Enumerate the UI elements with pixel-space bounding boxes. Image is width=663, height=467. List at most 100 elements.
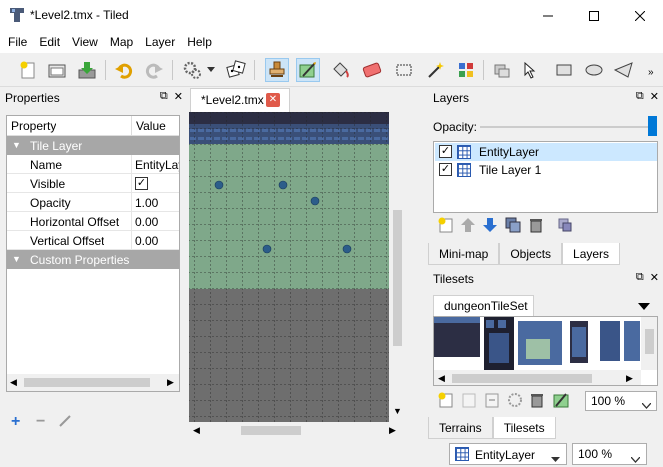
property-row-visible[interactable]: Visible ✓: [7, 174, 179, 193]
tab-objects[interactable]: Objects: [499, 243, 563, 265]
float-icon[interactable]: ⧉: [160, 90, 168, 103]
property-value[interactable]: 1.00: [135, 196, 158, 210]
tab-terrains[interactable]: Terrains: [428, 417, 493, 439]
opacity-slider-track[interactable]: [480, 126, 648, 128]
menu-view[interactable]: View: [64, 31, 102, 53]
float-icon[interactable]: ⧉: [636, 90, 644, 103]
raise-layer-icon[interactable]: [460, 217, 476, 236]
menu-help[interactable]: Help: [179, 31, 216, 53]
stamp-brush-icon[interactable]: [265, 58, 289, 82]
undo-icon[interactable]: [112, 58, 136, 82]
opacity-slider-handle[interactable]: [648, 116, 657, 136]
map-vscroll[interactable]: ▼: [389, 112, 406, 422]
tileset-properties-icon[interactable]: [507, 392, 523, 411]
chevron-down-icon[interactable]: [204, 58, 218, 82]
property-row-horizontal-offset[interactable]: Horizontal Offset 0.00: [7, 212, 179, 231]
new-file-icon[interactable]: [16, 58, 40, 82]
eraser-icon[interactable]: [360, 58, 384, 82]
remove-property-icon[interactable]: −: [36, 413, 45, 431]
group-custom-properties[interactable]: ▼ Custom Properties: [7, 250, 179, 269]
property-value[interactable]: EntityLayer: [135, 158, 179, 172]
layer-item-tile-layer-1[interactable]: ✓ Tile Layer 1: [435, 161, 657, 179]
insert-polygon-icon[interactable]: [612, 58, 636, 82]
status-layer-value: EntityLayer: [475, 448, 536, 462]
document-tab[interactable]: *Level2.tmx ✕: [190, 88, 290, 112]
magic-wand-icon[interactable]: [423, 58, 447, 82]
status-zoom-select[interactable]: 100 %: [572, 443, 647, 465]
random-mode-icon[interactable]: [224, 58, 248, 82]
open-file-icon[interactable]: [45, 58, 69, 82]
menu-file[interactable]: File: [0, 31, 31, 53]
edit-polygons-icon[interactable]: [520, 58, 544, 82]
group-label: Tile Layer: [30, 139, 83, 153]
close-dock-icon[interactable]: ✕: [650, 271, 659, 284]
rename-property-icon[interactable]: [58, 414, 72, 431]
add-property-icon[interactable]: +: [11, 413, 20, 431]
close-dock-icon[interactable]: ✕: [650, 90, 659, 103]
close-dock-icon[interactable]: ✕: [174, 90, 183, 103]
commands-icon[interactable]: [180, 58, 204, 82]
column-property[interactable]: Property: [11, 119, 56, 133]
export-tileset-icon[interactable]: [484, 392, 500, 411]
tileset-vscroll[interactable]: [641, 317, 657, 370]
property-row-name[interactable]: Name EntityLayer: [7, 155, 179, 174]
new-layer-icon[interactable]: [438, 217, 454, 236]
redo-icon[interactable]: [142, 58, 166, 82]
new-tileset-icon[interactable]: [438, 392, 454, 411]
tileset-hscroll[interactable]: ◀ ▶: [434, 370, 641, 385]
group-tile-layer[interactable]: ▼ Tile Layer: [7, 136, 179, 155]
menu-layer[interactable]: Layer: [137, 31, 179, 53]
delete-layer-icon[interactable]: [528, 217, 544, 236]
edit-terrain-icon[interactable]: [553, 392, 569, 411]
save-file-icon[interactable]: [75, 58, 99, 82]
insert-ellipse-icon[interactable]: [582, 58, 606, 82]
tab-tilesets[interactable]: Tilesets: [492, 417, 556, 439]
layer-visible-checkbox[interactable]: ✓: [439, 145, 452, 158]
properties-header-row: Property Value: [7, 116, 179, 136]
properties-hscroll[interactable]: ◀ ▶: [7, 374, 179, 391]
chevron-down-icon: [641, 398, 652, 412]
chevron-down-icon[interactable]: ▼: [12, 140, 21, 150]
tab-mini-map[interactable]: Mini-map: [428, 243, 500, 265]
rectangle-select-icon[interactable]: [392, 58, 416, 82]
bucket-fill-icon[interactable]: [328, 58, 352, 82]
property-row-opacity[interactable]: Opacity 1.00: [7, 193, 179, 212]
select-objects-icon[interactable]: [490, 58, 514, 82]
minimize-button[interactable]: [525, 0, 571, 31]
document-tab-label: *Level2.tmx: [201, 93, 264, 107]
map-hscroll[interactable]: ◀ ▶: [189, 422, 423, 439]
tileset-tab[interactable]: dungeonTileSet: [433, 295, 534, 316]
select-same-tile-icon[interactable]: [454, 58, 478, 82]
tilesets-dock-tabs: Terrains Tilesets: [428, 417, 556, 439]
layer-visible-checkbox[interactable]: ✓: [439, 163, 452, 176]
property-value[interactable]: 0.00: [135, 234, 158, 248]
status-layer-select[interactable]: EntityLayer: [449, 443, 567, 465]
insert-rectangle-icon[interactable]: [552, 58, 576, 82]
chevron-down-icon[interactable]: ▼: [12, 254, 21, 264]
tab-layers[interactable]: Layers: [562, 243, 621, 265]
remove-tileset-icon[interactable]: [529, 392, 545, 411]
menu-map[interactable]: Map: [102, 31, 137, 53]
terrain-brush-icon[interactable]: [296, 58, 320, 82]
tileset-menu-chevron-icon[interactable]: [638, 300, 650, 314]
close-button[interactable]: [617, 0, 663, 31]
layer-properties-icon[interactable]: [557, 217, 573, 236]
property-row-vertical-offset[interactable]: Vertical Offset 0.00: [7, 231, 179, 250]
lower-layer-icon[interactable]: [482, 217, 498, 236]
duplicate-layer-icon[interactable]: [505, 217, 521, 236]
title-bar: *Level2.tmx - Tiled: [0, 0, 663, 31]
column-value[interactable]: Value: [136, 119, 166, 133]
menu-edit[interactable]: Edit: [31, 31, 64, 53]
visible-checkbox[interactable]: ✓: [135, 177, 148, 190]
layer-item-entitylayer[interactable]: ✓ EntityLayer: [435, 143, 657, 161]
toolbar-overflow-icon[interactable]: »: [648, 67, 654, 78]
float-icon[interactable]: ⧉: [636, 271, 644, 284]
map-canvas[interactable]: ▼: [189, 112, 406, 422]
import-tileset-icon[interactable]: [461, 392, 477, 411]
maximize-button[interactable]: [571, 0, 617, 31]
close-tab-icon[interactable]: ✕: [266, 93, 280, 107]
tileset-view[interactable]: ◀ ▶: [433, 316, 658, 386]
property-value[interactable]: 0.00: [135, 215, 158, 229]
tileset-zoom-select[interactable]: 100 %: [585, 391, 657, 411]
layers-header: Layers: [428, 88, 663, 107]
